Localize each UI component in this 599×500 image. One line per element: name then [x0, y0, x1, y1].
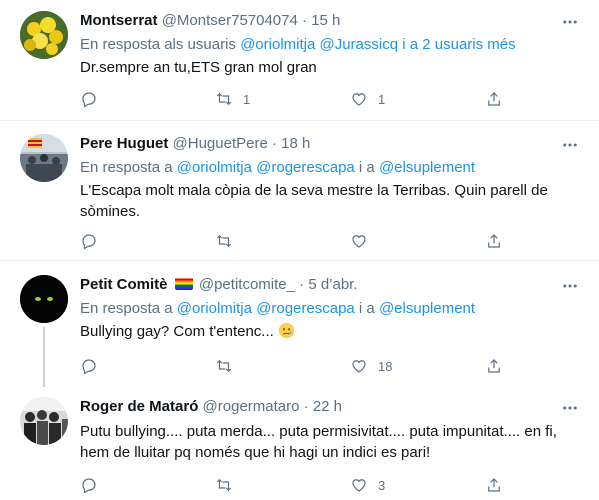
- avatar[interactable]: [20, 397, 68, 445]
- reply-mentions[interactable]: @oriolmitja @rogerescapa: [177, 300, 355, 317]
- comment-icon: [82, 478, 96, 494]
- tweet-actions: 18: [80, 356, 520, 376]
- reply-mention-extra[interactable]: @elsuplement: [379, 159, 475, 176]
- tweet-actions: [80, 231, 520, 251]
- reply-context: En resposta a @oriolmitja @rogerescapa i…: [80, 158, 579, 178]
- author-handle[interactable]: @HuguetPere: [173, 135, 268, 152]
- retweet-button[interactable]: 1: [215, 89, 250, 109]
- heart-icon: [352, 235, 366, 248]
- tweet-header: Petit Comitè @petitcomite_ · 5 d’abr.: [80, 275, 579, 295]
- separator-dot: ·: [271, 135, 277, 152]
- avatar[interactable]: [20, 11, 68, 59]
- reply-mention-extra[interactable]: @elsuplement: [379, 300, 475, 317]
- share-button[interactable]: [485, 231, 503, 251]
- retweet-icon: [216, 92, 232, 106]
- author-handle[interactable]: @Montser75704074: [162, 12, 298, 29]
- avatar[interactable]: [20, 275, 68, 323]
- retweet-button[interactable]: [215, 475, 233, 495]
- reply-button[interactable]: [80, 475, 98, 495]
- share-button[interactable]: [485, 356, 503, 376]
- tweet-time[interactable]: 15 h: [311, 12, 340, 29]
- share-button[interactable]: [485, 89, 503, 109]
- crying-face-icon: [278, 322, 295, 345]
- like-button[interactable]: 3: [350, 475, 385, 495]
- comment-icon: [82, 359, 96, 375]
- comment-icon: [82, 234, 96, 250]
- like-button[interactable]: 18: [350, 356, 392, 376]
- tweet-2[interactable]: Pere Huguet @HuguetPere · 18 h En respos…: [0, 121, 599, 261]
- tweet-actions: 1 1: [80, 89, 520, 109]
- reply-mid: i a: [354, 300, 379, 317]
- author-handle[interactable]: @petitcomite_: [199, 276, 295, 293]
- like-count: 1: [378, 91, 386, 107]
- heart-icon: [352, 360, 366, 373]
- author-handle[interactable]: @rogermataro: [203, 398, 300, 415]
- reply-prefix: En resposta a: [80, 159, 177, 176]
- retweet-button[interactable]: [215, 356, 233, 376]
- tweet-header: Roger de Mataró @rogermataro · 22 h: [80, 397, 579, 417]
- tweet-text: L'Escapa molt mala còpia de la seva mest…: [80, 182, 548, 220]
- tweet-text: Bullying gay? Com t'entenc...: [80, 321, 579, 345]
- reply-mid: i a: [354, 159, 379, 176]
- author-name[interactable]: Pere Huguet: [80, 135, 168, 152]
- tweet-1[interactable]: Montserrat @Montser75704074 · 15 h En re…: [0, 0, 599, 121]
- tweet-text-body: Bullying gay? Com t'entenc...: [80, 323, 274, 340]
- retweet-icon: [216, 234, 232, 248]
- share-button[interactable]: [485, 475, 503, 495]
- reply-context: En resposta als usuaris @oriolmitja @Jur…: [80, 35, 579, 55]
- retweet-icon: [216, 478, 232, 492]
- reply-mentions[interactable]: @oriolmitja @rogerescapa: [177, 159, 355, 176]
- author-name[interactable]: Montserrat: [80, 12, 158, 29]
- more-icon[interactable]: [559, 397, 581, 419]
- more-icon[interactable]: [559, 11, 581, 33]
- retweet-count: 1: [243, 91, 251, 107]
- retweet-button[interactable]: [215, 231, 233, 251]
- tweet-text: Dr.sempre an tu,ETS gran mol gran: [80, 59, 317, 76]
- thread-line: [43, 327, 45, 387]
- like-count: 3: [378, 477, 386, 493]
- reply-prefix: En resposta a: [80, 300, 177, 317]
- share-icon: [488, 234, 500, 248]
- tweet-header: Pere Huguet @HuguetPere · 18 h: [80, 134, 579, 154]
- reply-button[interactable]: [80, 89, 98, 109]
- tweet-actions: 3: [80, 475, 520, 495]
- tweet-4[interactable]: Roger de Mataró @rogermataro · 22 h Putu…: [0, 387, 599, 500]
- retweet-icon: [216, 359, 232, 373]
- reply-button[interactable]: [80, 231, 98, 251]
- reply-button[interactable]: [80, 356, 98, 376]
- separator-dot: ·: [302, 12, 308, 29]
- share-icon: [488, 92, 500, 106]
- more-icon[interactable]: [559, 275, 581, 297]
- like-button[interactable]: 1: [350, 89, 385, 109]
- separator-dot: ·: [299, 276, 305, 293]
- tweet-time[interactable]: 18 h: [281, 135, 310, 152]
- author-name[interactable]: Petit Comitè: [80, 276, 168, 293]
- avatar[interactable]: [20, 134, 68, 182]
- separator-dot: ·: [303, 398, 309, 415]
- reply-context: En resposta a @oriolmitja @rogerescapa i…: [80, 299, 579, 319]
- share-icon: [488, 359, 500, 373]
- tweet-feed: Montserrat @Montser75704074 · 15 h En re…: [0, 0, 599, 500]
- comment-icon: [82, 92, 96, 108]
- more-icon[interactable]: [559, 134, 581, 156]
- tweet-text: Putu bullying.... puta merda... puta per…: [80, 423, 557, 461]
- tweet-time[interactable]: 22 h: [313, 398, 342, 415]
- reply-mentions[interactable]: @oriolmitja @Jurassicq: [240, 36, 398, 53]
- share-icon: [488, 478, 500, 492]
- reply-prefix: En resposta als usuaris: [80, 36, 241, 53]
- like-count: 18: [378, 358, 393, 374]
- tweet-time[interactable]: 5 d’abr.: [308, 276, 357, 293]
- author-name[interactable]: Roger de Mataró: [80, 398, 198, 415]
- like-button[interactable]: [350, 231, 368, 251]
- heart-icon: [352, 93, 366, 106]
- heart-icon: [352, 479, 366, 492]
- tweet-3[interactable]: Petit Comitè @petitcomite_ · 5 d’abr. En…: [0, 261, 599, 387]
- reply-others[interactable]: i a 2 usuaris més: [398, 36, 515, 53]
- rainbow-flag-icon: [174, 277, 193, 290]
- tweet-header: Montserrat @Montser75704074 · 15 h: [80, 11, 579, 31]
